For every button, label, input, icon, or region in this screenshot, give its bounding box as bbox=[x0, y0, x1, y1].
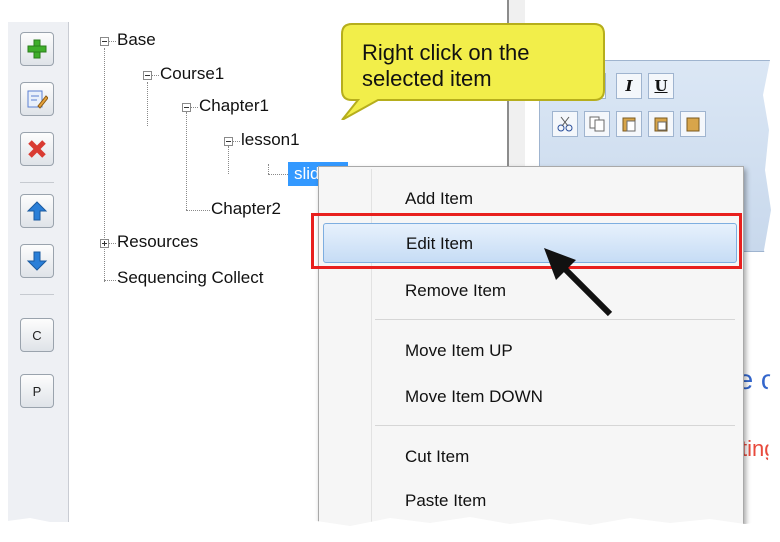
arrow-down-icon bbox=[26, 251, 48, 271]
add-item-button[interactable] bbox=[20, 32, 54, 66]
collapse-toggle[interactable] bbox=[182, 103, 191, 112]
menu-item-move-up[interactable]: Move Item UP bbox=[323, 331, 737, 371]
tree-node-resources[interactable]: Resources bbox=[117, 232, 198, 252]
tree-node-base[interactable]: Base bbox=[117, 30, 156, 50]
torn-edge-right bbox=[763, 0, 780, 542]
menu-item-label: Remove Item bbox=[405, 281, 507, 300]
torn-edge-bottom bbox=[0, 517, 780, 542]
menu-item-remove[interactable]: Remove Item bbox=[323, 271, 737, 311]
pointer-arrow-icon bbox=[544, 248, 613, 317]
instruction-callout: Right click on the selected item bbox=[338, 20, 608, 120]
callout-text: Right click on the selected item bbox=[362, 40, 602, 92]
menu-item-label: Cut Item bbox=[405, 447, 470, 466]
menu-item-cut[interactable]: Cut Item bbox=[323, 437, 737, 477]
tree-node-chapter1[interactable]: Chapter1 bbox=[199, 96, 269, 116]
tree-node-chapter2[interactable]: Chapter2 bbox=[211, 199, 281, 219]
paste-button[interactable]: P bbox=[20, 374, 54, 408]
underline-button[interactable]: U bbox=[648, 73, 674, 99]
tree-line bbox=[232, 141, 240, 142]
menu-item-label: Move Item DOWN bbox=[405, 387, 543, 406]
collapse-toggle[interactable] bbox=[100, 37, 109, 46]
paste-format-button[interactable] bbox=[616, 111, 642, 137]
tree-line bbox=[108, 41, 116, 42]
collapse-toggle[interactable] bbox=[224, 137, 233, 146]
delete-icon bbox=[28, 140, 46, 158]
italic-button[interactable]: I bbox=[616, 73, 642, 99]
tree-line bbox=[268, 174, 288, 175]
menu-item-move-down[interactable]: Move Item DOWN bbox=[323, 377, 737, 417]
edit-item-button[interactable] bbox=[20, 82, 54, 116]
toolbar-divider bbox=[20, 294, 54, 295]
tree-line bbox=[186, 210, 210, 211]
delete-item-button[interactable] bbox=[20, 132, 54, 166]
paste-text-icon bbox=[654, 117, 668, 132]
collapse-toggle[interactable] bbox=[143, 71, 152, 80]
callout-line-1: Right click on the bbox=[362, 40, 530, 65]
tree-line bbox=[228, 146, 229, 174]
tree-node-lesson[interactable]: lesson1 bbox=[241, 130, 300, 150]
menu-item-label: Add Item bbox=[405, 189, 474, 208]
tree-node-sequencing[interactable]: Sequencing Collect bbox=[117, 268, 263, 288]
tree-line bbox=[190, 107, 198, 108]
screenshot-canvas: C P Base Course1 Chapter1 lesson1 slide1… bbox=[0, 0, 780, 542]
left-toolbar: C P bbox=[8, 22, 69, 522]
arrow-up-icon bbox=[26, 201, 48, 221]
menu-separator bbox=[375, 425, 735, 426]
tree-node-course[interactable]: Course1 bbox=[160, 64, 224, 84]
expand-toggle[interactable] bbox=[100, 239, 109, 248]
copy-button[interactable]: C bbox=[20, 318, 54, 352]
tree-line bbox=[108, 243, 116, 244]
menu-item-label: Move Item UP bbox=[405, 341, 513, 360]
clipboard-icon bbox=[622, 117, 636, 132]
tree-line bbox=[104, 280, 116, 281]
tree-line bbox=[147, 82, 148, 126]
move-down-button[interactable] bbox=[20, 244, 54, 278]
edit-icon bbox=[27, 90, 48, 109]
toolbar-divider bbox=[20, 182, 54, 183]
tree-line bbox=[151, 75, 159, 76]
highlight-box bbox=[311, 213, 742, 269]
tree-line bbox=[186, 112, 187, 210]
paste-text-button[interactable] bbox=[648, 111, 674, 137]
paste-word-button[interactable] bbox=[680, 111, 706, 137]
tree-line bbox=[268, 164, 269, 174]
paste-word-icon bbox=[686, 117, 700, 132]
callout-line-2: selected item bbox=[362, 66, 492, 91]
add-icon bbox=[27, 39, 47, 59]
move-up-button[interactable] bbox=[20, 194, 54, 228]
